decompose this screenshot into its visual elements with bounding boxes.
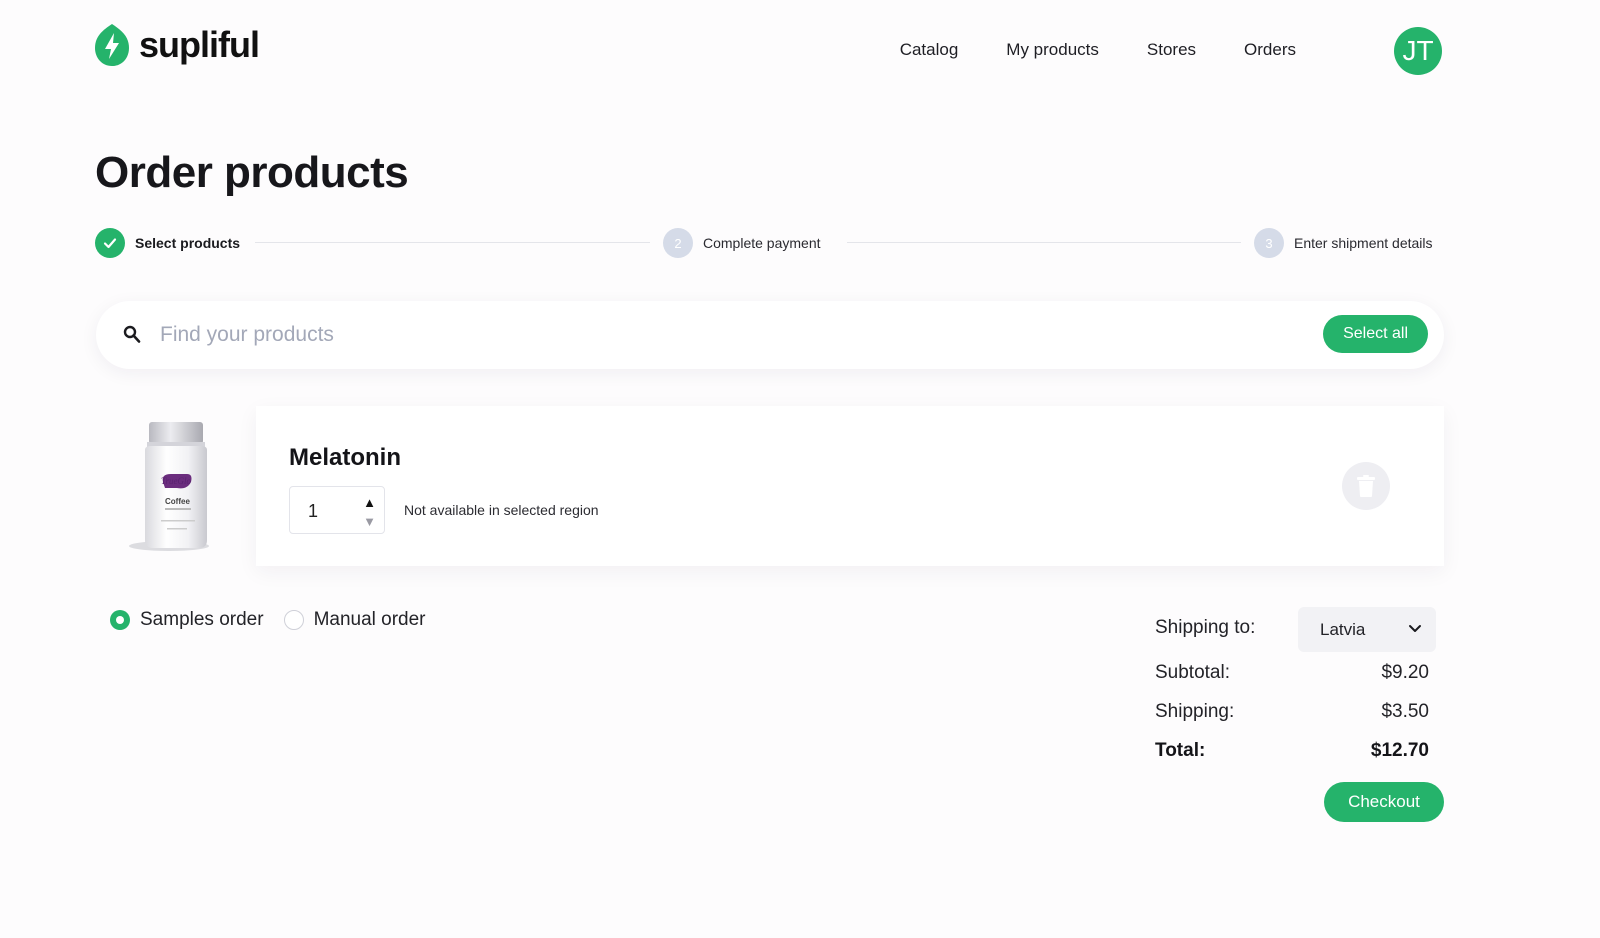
main-nav: Catalog My products Stores Orders: [900, 40, 1296, 60]
product-name: Melatonin: [289, 444, 401, 471]
brand-logo[interactable]: supliful: [95, 24, 260, 66]
nav-item-my-products[interactable]: My products: [1006, 40, 1099, 60]
step-complete-payment: 2 Complete payment: [663, 228, 821, 258]
step-number: 3: [1254, 228, 1284, 258]
shipping-to-label: Shipping to:: [1155, 617, 1256, 638]
availability-status: Not available in selected region: [404, 502, 599, 518]
quantity-stepper[interactable]: 1 ▲ ▼: [289, 486, 385, 534]
delete-product-button[interactable]: [1342, 462, 1390, 510]
total-row: Total: $12.70: [1155, 740, 1429, 762]
step-connector: [255, 242, 650, 243]
nav-item-stores[interactable]: Stores: [1147, 40, 1196, 60]
subtotal-label: Subtotal:: [1155, 662, 1230, 683]
quantity-decrement-icon[interactable]: ▼: [363, 514, 376, 529]
step-select-products: Select products: [95, 228, 240, 258]
search-icon: [123, 325, 141, 343]
radio-button[interactable]: [110, 610, 130, 630]
step-label: Enter shipment details: [1294, 235, 1433, 251]
product-search-bar: Select all: [96, 301, 1444, 369]
product-card: TrueGlo Coffee Melatonin 1 ▲ ▼ Not avail…: [96, 406, 1444, 566]
step-connector: [847, 242, 1241, 243]
step-enter-shipment-details: 3 Enter shipment details: [1254, 228, 1433, 258]
quantity-increment-icon[interactable]: ▲: [363, 495, 376, 510]
supplement-bottle-image: TrueGlo Coffee: [129, 422, 209, 551]
step-label: Select products: [135, 235, 241, 251]
order-type-group: Samples order Manual order: [110, 609, 426, 631]
step-number: 2: [663, 228, 693, 258]
brand-name: supliful: [139, 24, 260, 65]
total-label: Total:: [1155, 740, 1206, 761]
user-avatar[interactable]: JT: [1394, 27, 1442, 75]
radio-samples-order[interactable]: Samples order: [110, 609, 264, 631]
quantity-value[interactable]: 1: [308, 501, 318, 522]
subtotal-value: $9.20: [1381, 662, 1429, 683]
step-label: Complete payment: [703, 235, 821, 251]
shipping-row: Shipping: $3.50: [1155, 701, 1429, 723]
radio-label: Manual order: [313, 609, 426, 630]
radio-manual-order[interactable]: Manual order: [283, 609, 426, 631]
product-image-label-brand: TrueGlo: [161, 476, 192, 486]
shipping-country-select[interactable]: Latvia: [1298, 607, 1436, 652]
search-input[interactable]: [160, 319, 1160, 351]
check-icon: [95, 228, 125, 258]
order-stepper: Select products 2 Complete payment 3 Ent…: [95, 228, 1444, 258]
chevron-down-icon: [1409, 625, 1421, 632]
page-title: Order products: [95, 148, 409, 197]
nav-item-orders[interactable]: Orders: [1244, 40, 1296, 60]
product-image: TrueGlo Coffee: [96, 406, 256, 566]
order-summary: Shipping to: Latvia Subtotal: $9.20 Ship…: [1155, 607, 1444, 822]
shipping-destination-row: Shipping to: Latvia: [1155, 607, 1444, 657]
checkout-button[interactable]: Checkout: [1324, 782, 1444, 822]
shipping-value: $3.50: [1381, 701, 1429, 722]
radio-button[interactable]: [283, 610, 304, 630]
product-image-label-product: Coffee: [165, 497, 190, 506]
shipping-label: Shipping:: [1155, 701, 1235, 722]
bolt-logo-icon: [95, 24, 129, 66]
product-info-panel: Melatonin 1 ▲ ▼ Not available in selecte…: [256, 406, 1444, 566]
trash-icon: [1357, 475, 1375, 497]
select-all-button[interactable]: Select all: [1323, 315, 1428, 353]
subtotal-row: Subtotal: $9.20: [1155, 662, 1429, 684]
shipping-country-value: Latvia: [1320, 619, 1366, 639]
nav-item-catalog[interactable]: Catalog: [900, 40, 959, 60]
total-value: $12.70: [1370, 740, 1429, 761]
radio-label: Samples order: [140, 609, 264, 630]
